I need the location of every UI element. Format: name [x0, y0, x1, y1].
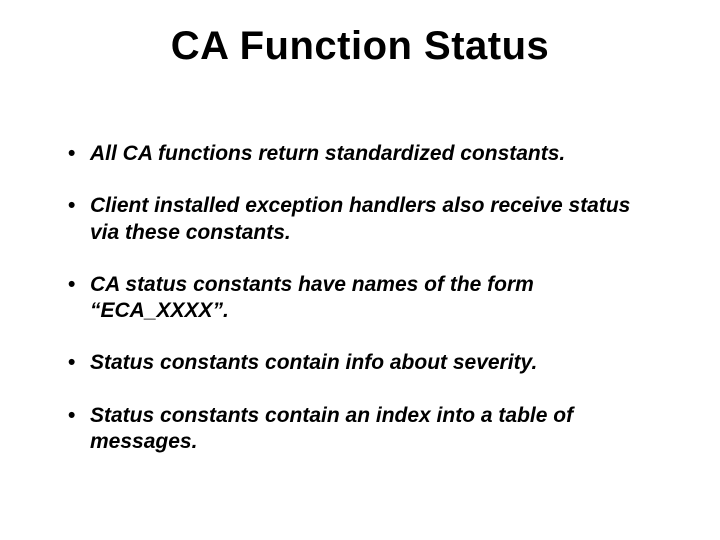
slide-title: CA Function Status — [64, 24, 656, 69]
list-item: CA status constants have names of the fo… — [64, 272, 656, 325]
slide: CA Function Status All CA functions retu… — [0, 0, 720, 540]
list-item: Client installed exception handlers also… — [64, 193, 656, 246]
list-item: Status constants contain info about seve… — [64, 350, 656, 376]
list-item: All CA functions return standardized con… — [64, 141, 656, 167]
list-item: Status constants contain an index into a… — [64, 403, 656, 456]
bullet-list: All CA functions return standardized con… — [64, 141, 656, 455]
